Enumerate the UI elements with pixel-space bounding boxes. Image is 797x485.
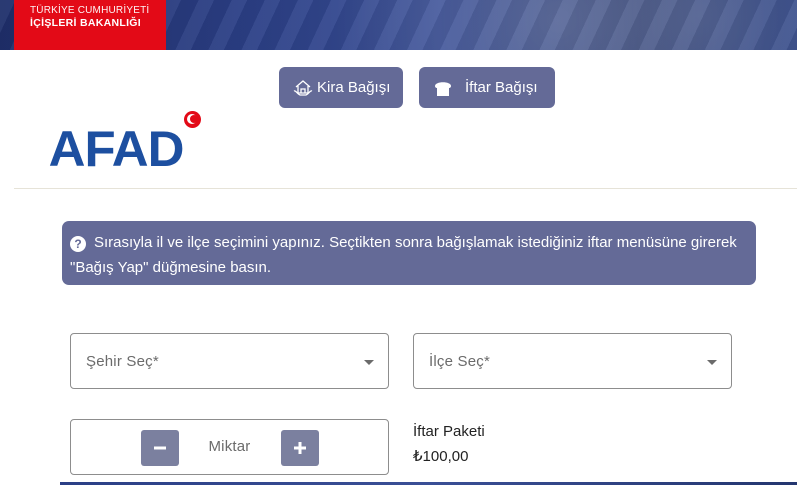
kira-donation-label: Kira Bağışı	[317, 79, 391, 96]
chevron-down-icon	[707, 360, 717, 365]
chevron-down-icon	[364, 360, 374, 365]
ministry-line2: İÇİŞLERİ BAKANLIĞI	[30, 17, 141, 29]
increase-quantity-button[interactable]	[281, 430, 319, 466]
package-name: İftar Paketi	[413, 423, 485, 440]
ministry-logo[interactable]: TÜRKİYE CUMHURİYETİ İÇİŞLERİ BAKANLIĞI	[14, 0, 166, 50]
district-select[interactable]: İlçe Seç*	[413, 333, 732, 389]
city-select-placeholder: Şehir Seç*	[86, 352, 159, 370]
iftar-donation-label: İftar Bağışı	[465, 79, 538, 96]
kira-donation-button[interactable]: Kira Bağışı	[279, 67, 403, 108]
question-circle-icon: ?	[70, 236, 86, 252]
quantity-label: Miktar	[208, 438, 251, 455]
ministry-line1: TÜRKİYE CUMHURİYETİ	[30, 5, 150, 16]
city-select[interactable]: Şehir Seç*	[70, 333, 389, 389]
package-price: ₺100,00	[413, 448, 469, 465]
iftar-donation-button[interactable]: İftar Bağışı	[419, 67, 555, 108]
info-text: Sırasıyla il ve ilçe seçimini yapınız. S…	[70, 234, 737, 276]
info-alert: ? Sırasıyla il ve ilçe seçimini yapınız. …	[62, 221, 756, 285]
bread-icon	[431, 76, 455, 100]
house-hands-icon	[291, 76, 315, 100]
afad-logo[interactable]: AFAD	[49, 124, 185, 174]
header-banner: TÜRKİYE CUMHURİYETİ İÇİŞLERİ BAKANLIĞI	[0, 0, 797, 50]
plus-icon	[294, 442, 306, 454]
header-divider	[14, 188, 797, 189]
district-select-placeholder: İlçe Seç*	[429, 352, 490, 370]
turkish-flag-icon	[184, 111, 201, 128]
quantity-stepper[interactable]: Miktar	[70, 419, 389, 475]
